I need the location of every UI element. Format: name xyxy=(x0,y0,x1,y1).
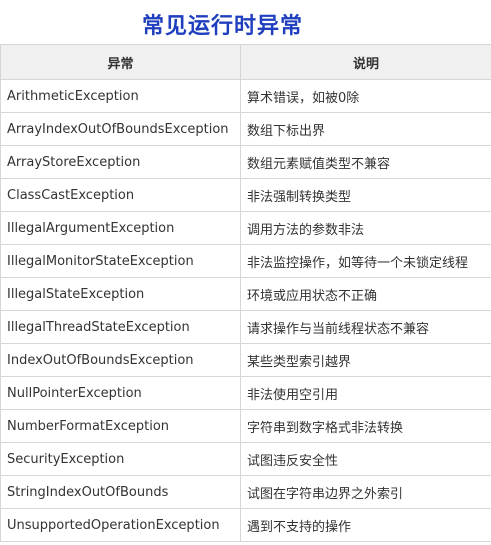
cell-description: 调用方法的参数非法 xyxy=(240,211,491,245)
table-row: NullPointerException 非法使用空引用 xyxy=(0,376,491,410)
header-description: 说明 xyxy=(240,44,491,80)
cell-description: 环境或应用状态不正确 xyxy=(240,277,491,311)
cell-description: 试图违反安全性 xyxy=(240,442,491,476)
exceptions-table: 异常 说明 ArithmeticException 算术错误，如被0除 Arra… xyxy=(0,44,491,542)
cell-exception: StringIndexOutOfBounds xyxy=(0,475,241,509)
table-row: IllegalStateException 环境或应用状态不正确 xyxy=(0,277,491,311)
cell-description: 非法强制转换类型 xyxy=(240,178,491,212)
cell-description: 遇到不支持的操作 xyxy=(240,508,491,542)
cell-exception: ArrayIndexOutOfBoundsException xyxy=(0,112,241,146)
cell-exception: NumberFormatException xyxy=(0,409,241,443)
cell-exception: ArrayStoreException xyxy=(0,145,241,179)
cell-description: 某些类型索引越界 xyxy=(240,343,491,377)
table-row: IndexOutOfBoundsException 某些类型索引越界 xyxy=(0,343,491,377)
cell-description: 请求操作与当前线程状态不兼容 xyxy=(240,310,491,344)
table-row: UnsupportedOperationException 遇到不支持的操作 xyxy=(0,508,491,542)
cell-exception: SecurityException xyxy=(0,442,241,476)
cell-exception: IllegalMonitorStateException xyxy=(0,244,241,278)
cell-description: 非法使用空引用 xyxy=(240,376,491,410)
table-row: NumberFormatException 字符串到数字格式非法转换 xyxy=(0,409,491,443)
cell-description: 试图在字符串边界之外索引 xyxy=(240,475,491,509)
cell-exception: IllegalStateException xyxy=(0,277,241,311)
table-row: ArithmeticException 算术错误，如被0除 xyxy=(0,79,491,113)
cell-description: 字符串到数字格式非法转换 xyxy=(240,409,491,443)
table-row: IllegalMonitorStateException 非法监控操作，如等待一… xyxy=(0,244,491,278)
table-header-row: 异常 说明 xyxy=(0,44,491,80)
table-row: ArrayIndexOutOfBoundsException 数组下标出界 xyxy=(0,112,491,146)
cell-description: 算术错误，如被0除 xyxy=(240,79,491,113)
table-row: ArrayStoreException 数组元素赋值类型不兼容 xyxy=(0,145,491,179)
cell-exception: UnsupportedOperationException xyxy=(0,508,241,542)
table-row: ClassCastException 非法强制转换类型 xyxy=(0,178,491,212)
cell-description: 非法监控操作，如等待一个未锁定线程 xyxy=(240,244,491,278)
table-row: SecurityException 试图违反安全性 xyxy=(0,442,491,476)
cell-description: 数组下标出界 xyxy=(240,112,491,146)
cell-description: 数组元素赋值类型不兼容 xyxy=(240,145,491,179)
cell-exception: IllegalArgumentException xyxy=(0,211,241,245)
table-row: StringIndexOutOfBounds 试图在字符串边界之外索引 xyxy=(0,475,491,509)
cell-exception: IllegalThreadStateException xyxy=(0,310,241,344)
cell-exception: IndexOutOfBoundsException xyxy=(0,343,241,377)
header-exception: 异常 xyxy=(0,44,241,80)
cell-exception: ArithmeticException xyxy=(0,79,241,113)
table-row: IllegalThreadStateException 请求操作与当前线程状态不… xyxy=(0,310,491,344)
page-title: 常见运行时异常 xyxy=(141,14,303,39)
cell-exception: ClassCastException xyxy=(0,178,241,212)
cell-exception: NullPointerException xyxy=(0,376,241,410)
table-row: IllegalArgumentException 调用方法的参数非法 xyxy=(0,211,491,245)
